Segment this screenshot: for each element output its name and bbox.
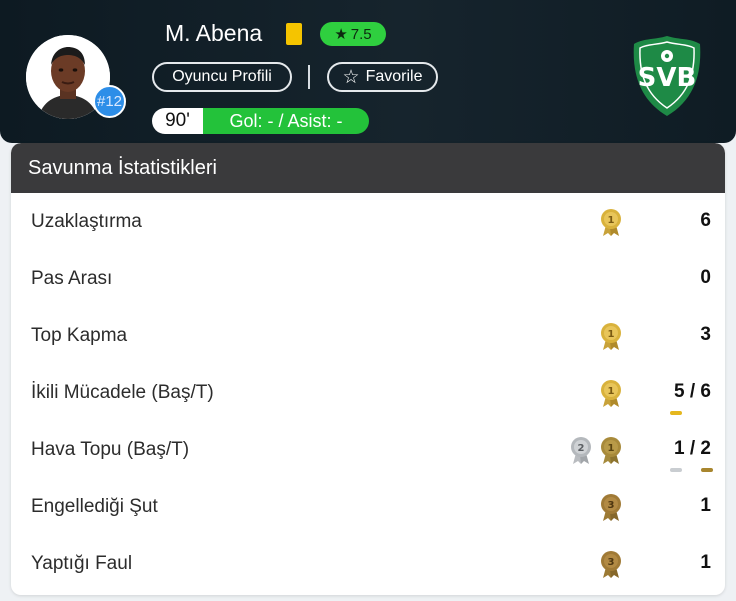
stat-row[interactable]: Top Kapma 1 3 — [11, 307, 725, 364]
player-profile-label: Oyuncu Profili — [172, 68, 272, 85]
stat-label: Engellediği Şut — [31, 496, 158, 517]
section-title: Savunma İstatistikleri — [28, 156, 217, 179]
defense-stats-card: Savunma İstatistikleri Uzaklaştırma 1 6 … — [11, 143, 725, 595]
gold-medal-icon: 1 — [601, 380, 621, 407]
stat-row[interactable]: Uzaklaştırma 1 6 — [11, 193, 725, 250]
player-header: #12 M. Abena ★ 7.5 Oyuncu Profili ☆ Favo… — [0, 0, 736, 143]
stat-row[interactable]: Yaptığı Faul 3 1 — [11, 535, 725, 592]
match-summary-bar: 90' Gol: - / Asist: - — [152, 108, 369, 134]
stat-value: 0 — [700, 267, 711, 288]
star-outline-icon: ☆ — [342, 66, 360, 88]
stat-label: Hava Topu (Baş/T) — [31, 439, 190, 460]
gold-medal-icon: 1 — [601, 209, 621, 236]
svg-text:3: 3 — [608, 557, 615, 568]
stat-value: 1 / 2 — [674, 438, 711, 459]
minutes-played: 90' — [152, 108, 203, 134]
stat-label: Top Kapma — [31, 325, 128, 346]
stat-label: Pas Arası — [31, 268, 113, 289]
svg-text:1: 1 — [608, 329, 615, 340]
svg-text:3: 3 — [608, 500, 615, 511]
favorite-button[interactable]: ☆ Favorile — [327, 62, 438, 92]
gold-indicator — [670, 411, 682, 415]
section-header: Savunma İstatistikleri — [11, 143, 725, 193]
stat-row[interactable]: Hava Topu (Baş/T) 2 1 1 / 2 — [11, 421, 725, 478]
bronze-medal-icon: 3 — [601, 551, 621, 578]
star-icon: ★ — [334, 26, 348, 43]
stat-label: Uzaklaştırma — [31, 211, 142, 232]
stat-row[interactable]: Pas Arası 0 — [11, 250, 725, 307]
favorite-label: Favorile — [365, 68, 423, 85]
club-crest-icon: SVB — [633, 36, 701, 116]
stat-value: 3 — [700, 324, 711, 345]
button-divider — [308, 65, 310, 89]
stat-label: İkili Mücadele (Baş/T) — [31, 382, 214, 403]
stat-row[interactable]: İkili Mücadele (Baş/T) 1 5 / 6 — [11, 364, 725, 421]
svg-text:SVB: SVB — [638, 63, 697, 93]
gold-medal-icon: 1 — [601, 323, 621, 350]
rating-badge: ★ 7.5 — [320, 22, 386, 46]
gold-indicator — [701, 468, 713, 472]
player-name: M. Abena — [165, 20, 263, 46]
svg-text:2: 2 — [578, 443, 585, 454]
silver-indicator — [670, 468, 682, 472]
stat-row[interactable]: Engellediği Şut 3 1 — [11, 478, 725, 535]
svg-text:1: 1 — [608, 215, 615, 226]
silver-medal-icon: 2 — [571, 437, 591, 464]
rating-value: 7.5 — [350, 25, 372, 43]
stat-value: 1 — [700, 495, 711, 516]
svg-text:1: 1 — [608, 386, 615, 397]
stat-label: Yaptığı Faul — [31, 553, 133, 574]
svg-text:1: 1 — [608, 443, 615, 454]
club-logo[interactable]: SVB — [630, 34, 704, 118]
bronze-medal-icon: 3 — [601, 494, 621, 521]
shirt-number-badge: #12 — [93, 85, 126, 118]
stat-value: 6 — [700, 210, 711, 231]
player-profile-button[interactable]: Oyuncu Profili — [152, 62, 292, 92]
stat-value: 1 — [700, 552, 711, 573]
yellow-card-icon — [286, 23, 302, 45]
goals-assists: Gol: - / Asist: - — [203, 108, 369, 134]
gold-medal-icon: 1 — [601, 437, 621, 464]
stat-value: 5 / 6 — [674, 381, 711, 402]
